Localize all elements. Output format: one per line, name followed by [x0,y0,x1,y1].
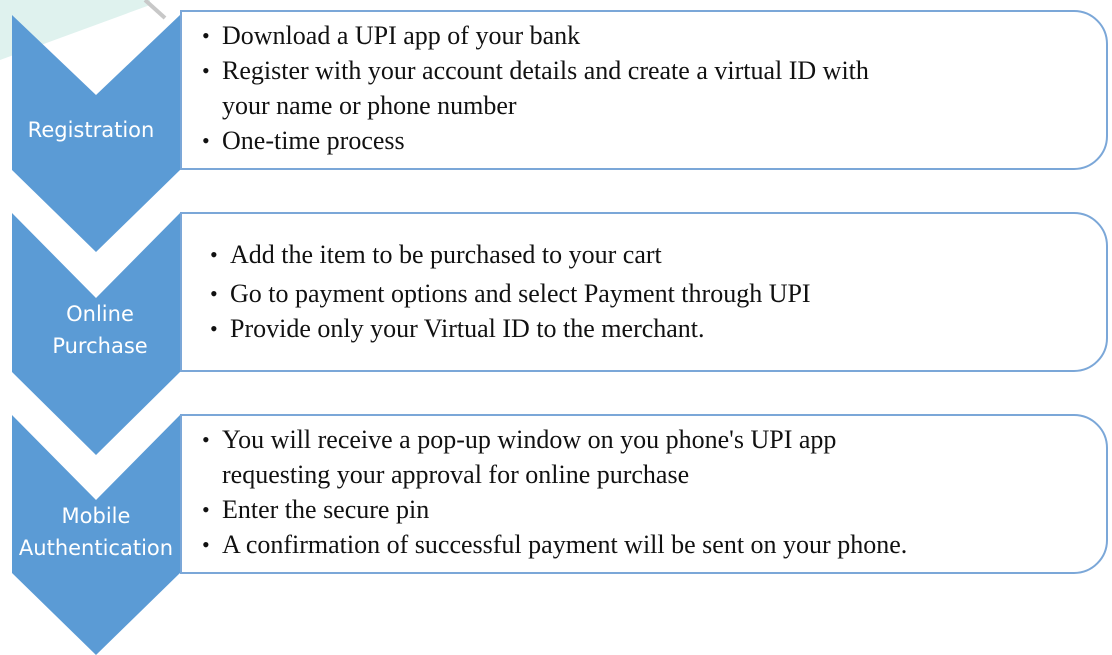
list-item-text-continued: your name or phone number [222,91,517,120]
list-item-text: Download a UPI app of your bank [222,21,581,50]
list-item: Download a UPI app of your bank [202,18,1106,53]
list-item: You will receive a pop-up window on you … [202,422,1106,492]
list-item-text: A confirmation of successful payment wil… [222,530,908,559]
list-item: A confirmation of successful payment wil… [202,527,1106,562]
panel-mobile-authentication: You will receive a pop-up window on you … [180,414,1108,574]
panel-registration: Download a UPI app of your bank Register… [180,10,1108,170]
stage-label-line: Online [66,302,134,326]
stage-label-registration: Registration [2,114,180,146]
stage-label-mobile-authentication: Mobile Authentication [2,500,190,564]
list-item-text: Register with your account details and c… [222,56,869,85]
list-item: Go to payment options and select Payment… [210,275,1106,312]
list-item-text-continued: requesting your approval for online purc… [222,460,690,489]
list-item: One-time process [202,123,1106,158]
mobile-authentication-steps: You will receive a pop-up window on you … [202,422,1106,562]
registration-steps: Download a UPI app of your bank Register… [202,18,1106,158]
stage-label-line: Registration [27,118,155,142]
list-item: Enter the secure pin [202,492,1106,527]
stage-label-line: Mobile [61,504,131,528]
stage-label-line: Purchase [52,334,148,358]
list-item-text: Add the item to be purchased to your car… [230,240,662,269]
stage-label-online-purchase: Online Purchase [10,298,190,362]
online-purchase-steps: Add the item to be purchased to your car… [210,235,1106,346]
list-item-text: One-time process [222,126,405,155]
list-item: Add the item to be purchased to your car… [210,235,1106,275]
list-item: Register with your account details and c… [202,53,1106,123]
list-item: Provide only your Virtual ID to the merc… [210,312,1106,346]
stage-label-line: Authentication [18,536,174,560]
list-item-text: Enter the secure pin [222,495,430,524]
list-item-text: Provide only your Virtual ID to the merc… [230,314,705,343]
list-item-text: Go to payment options and select Payment… [230,279,811,308]
panel-online-purchase: Add the item to be purchased to your car… [180,212,1108,372]
list-item-text: You will receive a pop-up window on you … [222,425,837,454]
